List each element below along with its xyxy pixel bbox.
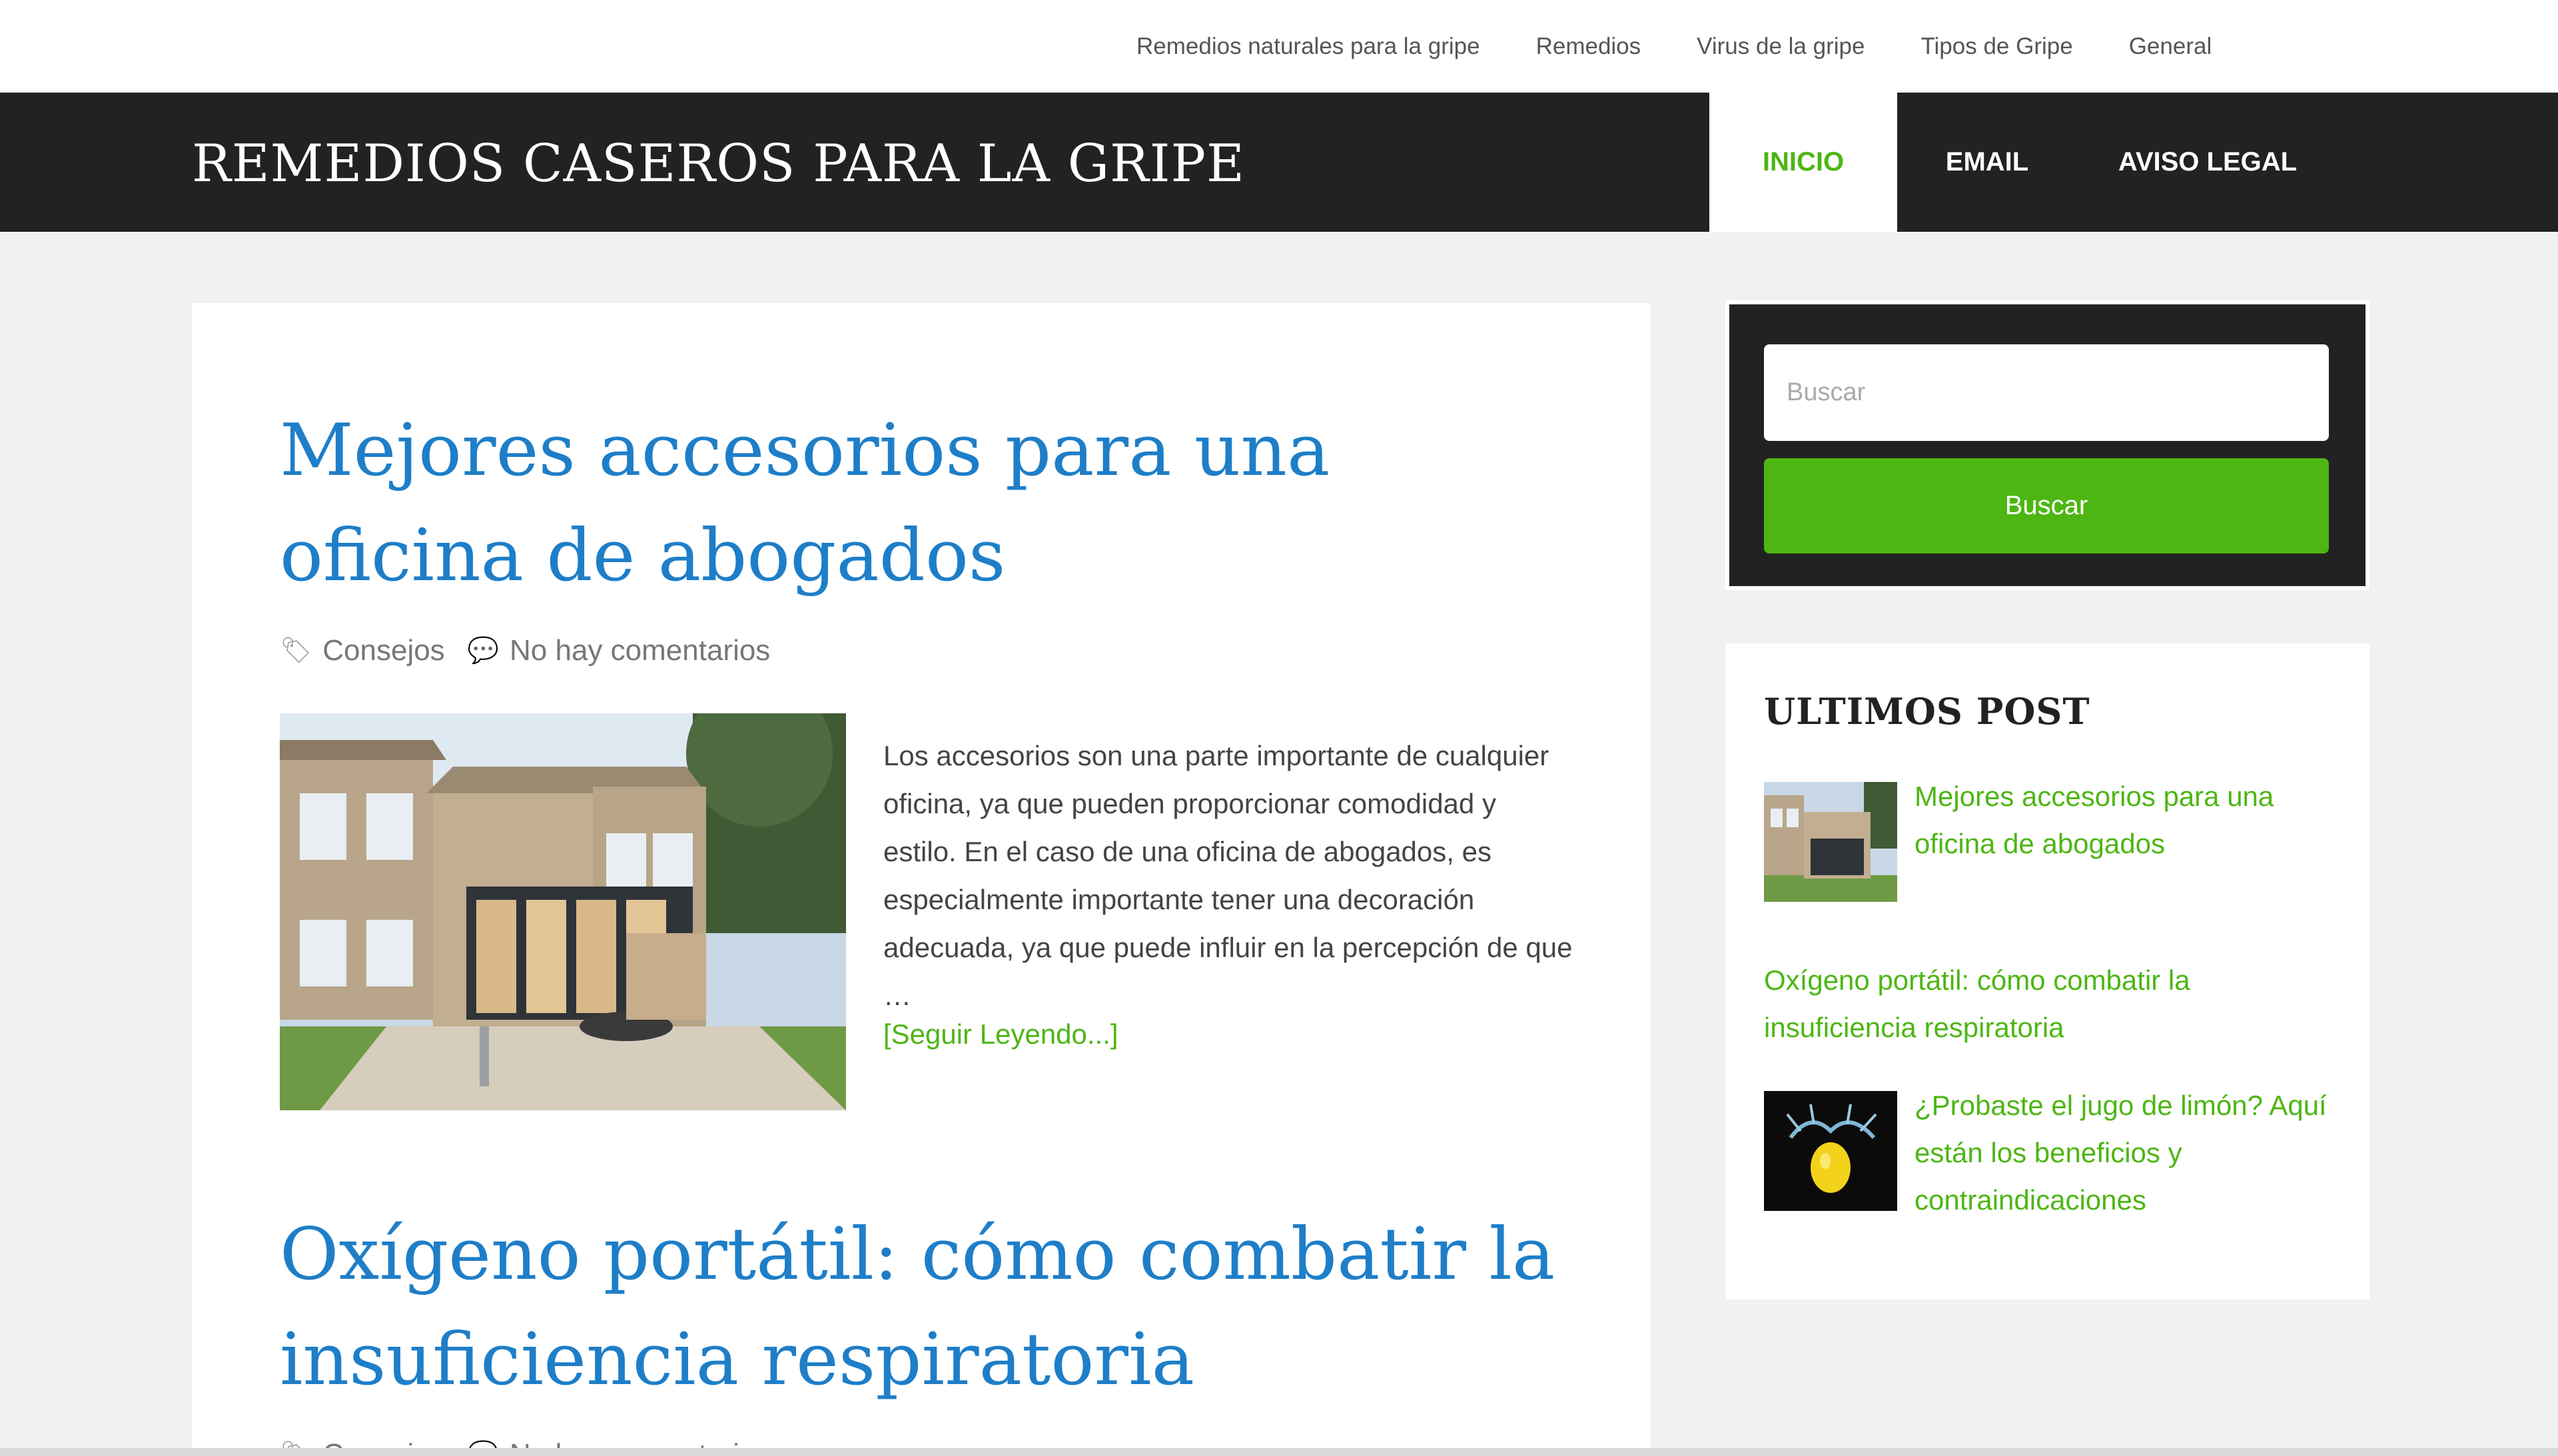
recent-post-link[interactable]: Mejores accesorios para una oficina de a… <box>1915 773 2341 867</box>
post-article: Oxígeno portátil: cómo combatir la insuf… <box>280 1202 1572 1456</box>
post-body: Los accesorios son una parte importante … <box>280 713 1572 1113</box>
house-photo-icon[interactable] <box>1764 782 1897 902</box>
secondary-nav-item-remedios[interactable]: Remedios <box>1536 33 1641 60</box>
tag-icon: 🏷 <box>280 637 312 665</box>
post-meta: 🏷 Consejos 💬 No hay comentarios <box>280 634 1572 667</box>
post-excerpt: Los accesorios son una parte importante … <box>883 740 1573 1011</box>
lemon-splash-icon[interactable] <box>1764 1091 1897 1211</box>
read-more-link[interactable]: [Seguir Leyendo...] <box>883 1018 1118 1050</box>
main-nav-item-aviso-legal[interactable]: AVISO LEGAL <box>2077 93 2338 232</box>
search-input[interactable] <box>1764 344 2329 441</box>
post-title-link[interactable]: Oxígeno portátil: cómo combatir la insuf… <box>280 1202 1572 1413</box>
recent-post-link[interactable]: Oxígeno portátil: cómo combatir la insuf… <box>1764 956 2337 1051</box>
search-button[interactable]: Buscar <box>1764 458 2329 553</box>
site-title[interactable]: REMEDIOS CASEROS PARA LA GRIPE <box>192 134 1245 194</box>
list-item: Oxígeno portátil: cómo combatir la insuf… <box>1764 956 2337 1056</box>
house-photo-icon[interactable] <box>280 713 846 1110</box>
secondary-nav: Remedios naturales para la gripe Remedio… <box>1136 31 2212 62</box>
comments-icon: 💬 <box>467 637 500 665</box>
secondary-nav-item-tipos[interactable]: Tipos de Gripe <box>1920 33 2072 60</box>
recent-posts-title: ULTIMOS POST <box>1764 690 2090 733</box>
recent-post-link[interactable]: ¿Probaste el jugo de limón? Aquí están l… <box>1915 1082 2341 1224</box>
top-bar: Remedios naturales para la gripe Remedio… <box>0 0 2558 93</box>
post-article: Mejores accesorios para una oficina de a… <box>280 398 1572 667</box>
main-nav: INICIO EMAIL AVISO LEGAL <box>1709 93 2338 232</box>
recent-posts-widget: ULTIMOS POST Mejores accesorios para una… <box>1725 643 2369 1299</box>
main-nav-item-inicio[interactable]: INICIO <box>1709 93 1897 232</box>
bottom-divider <box>0 1448 2558 1456</box>
list-item: ¿Probaste el jugo de limón? Aquí están l… <box>1764 1090 2337 1224</box>
main-nav-item-email[interactable]: EMAIL <box>1897 93 2077 232</box>
post-comments-link[interactable]: No hay comentarios <box>510 634 770 667</box>
secondary-nav-item-virus[interactable]: Virus de la gripe <box>1697 33 1865 60</box>
secondary-nav-item-general[interactable]: General <box>2129 33 2212 60</box>
search-widget: Buscar <box>1725 300 2369 590</box>
post-title-link[interactable]: Mejores accesorios para una oficina de a… <box>280 398 1572 609</box>
site-header: REMEDIOS CASEROS PARA LA GRIPE INICIO EM… <box>0 93 2558 232</box>
post-category-link[interactable]: Consejos <box>322 634 444 667</box>
list-item: Mejores accesorios para una oficina de a… <box>1764 781 2337 909</box>
secondary-nav-item-remedios-naturales[interactable]: Remedios naturales para la gripe <box>1136 33 1480 60</box>
main-content: Mejores accesorios para una oficina de a… <box>192 303 1651 1456</box>
